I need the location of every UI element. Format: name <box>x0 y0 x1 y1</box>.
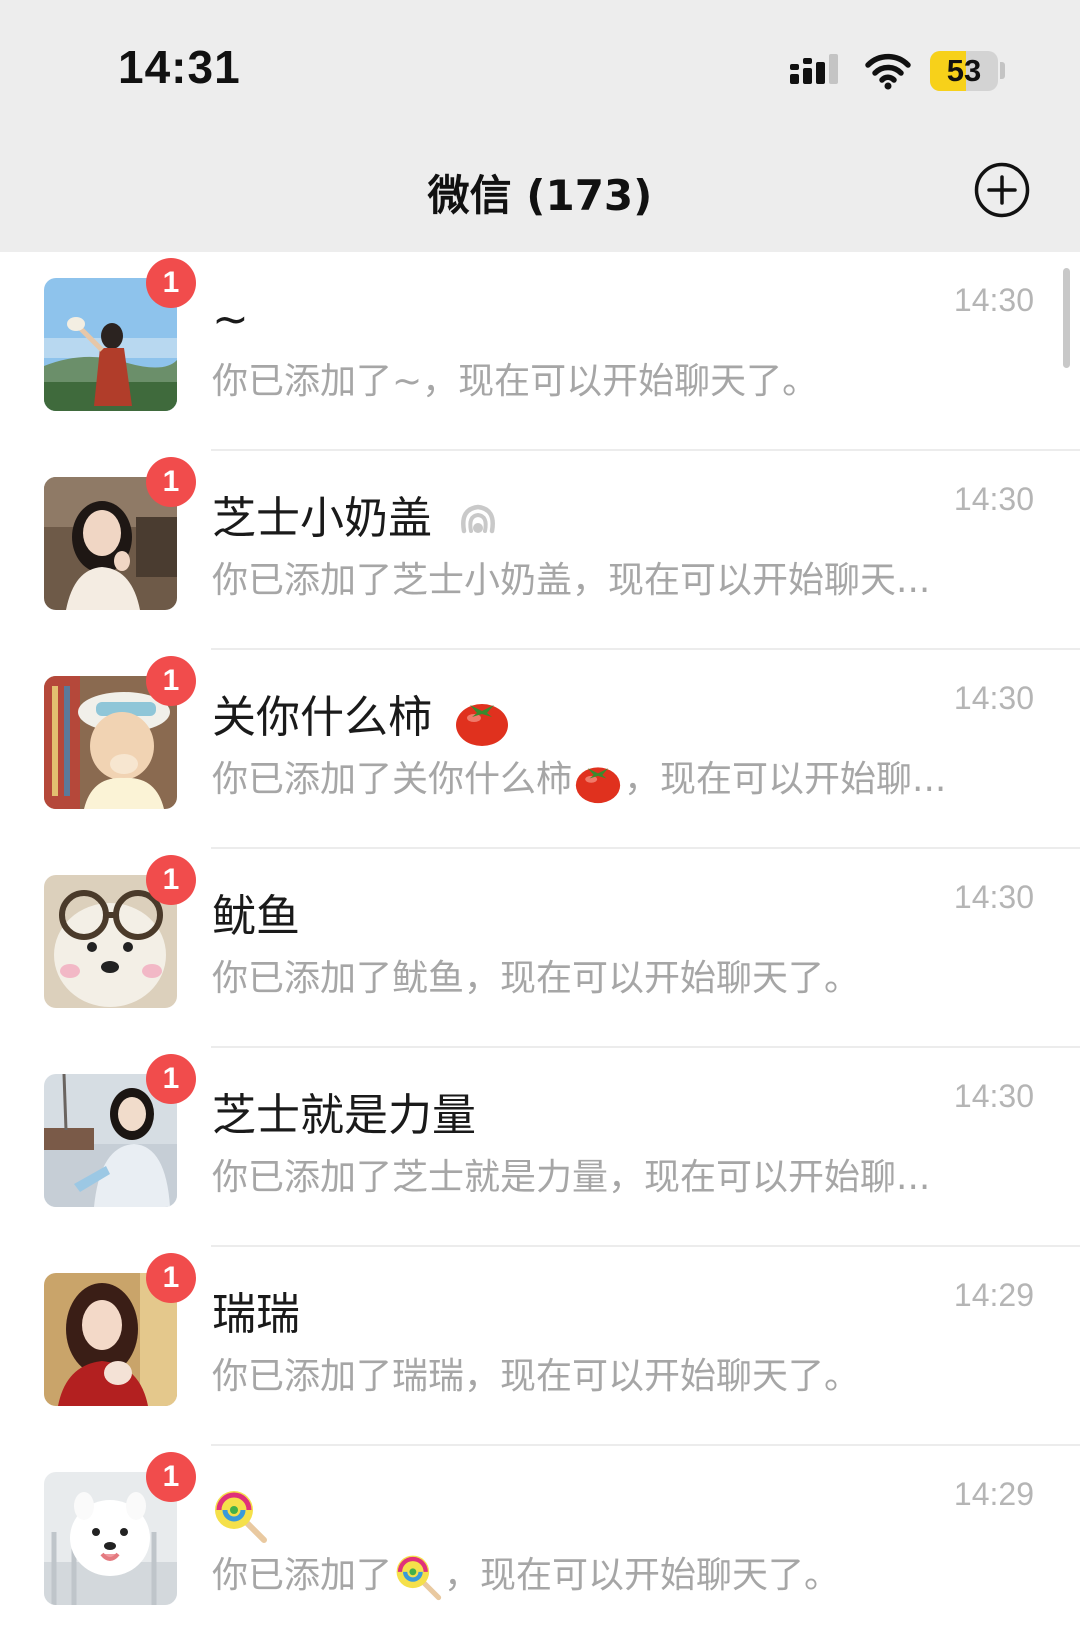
tomato-emoji <box>575 767 621 804</box>
chat-time: 14:30 <box>953 1078 1034 1114</box>
scrollbar[interactable] <box>1063 268 1070 368</box>
top-bar: 14:31 53 微信 (173) <box>0 0 1080 252</box>
unread-badge: 1 <box>146 855 196 905</box>
chat-time: 14:30 <box>953 282 1034 318</box>
unread-badge: 1 <box>146 258 196 308</box>
chat-preview: 你已添加了 ，现在可以开始聊天了。 <box>212 1550 840 1602</box>
wifi-icon <box>865 53 911 90</box>
lollipop-emoji <box>396 1555 442 1601</box>
ear-icon <box>461 504 495 534</box>
unread-badge: 1 <box>146 1452 196 1502</box>
chat-name: 鱿鱼 <box>212 891 300 942</box>
chat-row[interactable]: 1 芝士小奶盖 14:30 你已添加了芝士小奶盖，现在可以开始聊天... <box>0 451 1080 650</box>
chat-name-text: 关你什么柿 <box>212 692 432 743</box>
status-time: 14:31 <box>118 41 241 93</box>
preview-text-before: 你已添加了 <box>212 1555 393 1596</box>
chat-preview: 你已添加了芝士小奶盖，现在可以开始聊天... <box>212 560 931 601</box>
chat-name: 瑞瑞 <box>212 1289 300 1340</box>
chat-preview: 你已添加了~，现在可以开始聊天了。 <box>212 361 819 402</box>
battery-indicator: 53 <box>930 51 998 91</box>
chat-row[interactable]: 1 关你什么柿 14:30 你已添加了关你什么柿 ，现在可以开始聊... <box>0 650 1080 849</box>
lollipop-emoji <box>215 1491 267 1543</box>
unread-badge: 1 <box>146 656 196 706</box>
battery-cap <box>1000 62 1005 79</box>
preview-text-after: ，现在可以开始聊天了。 <box>444 1555 841 1596</box>
chat-row[interactable]: 1 ~ 14:30 你已添加了~，现在可以开始聊天了。 <box>0 252 1080 451</box>
chat-name: 芝士小奶盖 <box>212 489 502 549</box>
unread-badge: 1 <box>146 1054 196 1104</box>
unread-badge: 1 <box>146 457 196 507</box>
chat-name: 芝士就是力量 <box>212 1090 476 1141</box>
chat-list: 1 ~ 14:30 你已添加了~，现在可以开始聊天了。 1 芝士小奶盖 14:3… <box>0 252 1080 1629</box>
chat-time: 14:29 <box>953 1277 1034 1313</box>
chat-row[interactable]: 1 鱿鱼 14:30 你已添加了鱿鱼，现在可以开始聊天了。 <box>0 849 1080 1048</box>
chat-time: 14:30 <box>953 680 1034 716</box>
chat-time: 14:30 <box>953 481 1034 517</box>
chat-preview: 你已添加了瑞瑞，现在可以开始聊天了。 <box>212 1356 861 1397</box>
chat-row[interactable]: 1 瑞瑞 14:29 你已添加了瑞瑞，现在可以开始聊天了。 <box>0 1247 1080 1446</box>
chat-name <box>212 1484 268 1544</box>
page-title: 微信 (173) <box>427 171 653 220</box>
wechat-chat-list-screen: 14:31 53 微信 (173) 1 ~ 14:30 你已添加了~，现在可以开… <box>0 0 1080 1629</box>
chat-preview: 你已添加了关你什么柿 ，现在可以开始聊... <box>212 754 946 806</box>
chat-row[interactable]: 1 14:29 你已添加了 ，现在可以开始聊天了。 <box>0 1446 1080 1629</box>
tomato-emoji <box>456 704 508 746</box>
preview-text-after: ，现在可以开始聊... <box>624 759 947 800</box>
chat-preview: 你已添加了芝士就是力量，现在可以开始聊... <box>212 1157 931 1198</box>
chat-name-text: 芝士小奶盖 <box>212 493 432 544</box>
chat-preview: 你已添加了鱿鱼，现在可以开始聊天了。 <box>212 958 861 999</box>
unread-badge: 1 <box>146 1253 196 1303</box>
chat-time: 14:30 <box>953 879 1034 915</box>
cellular-signal-icon <box>790 54 838 84</box>
chat-name: ~ <box>212 294 249 345</box>
preview-text-before: 你已添加了关你什么柿 <box>212 759 573 800</box>
chat-row[interactable]: 1 芝士就是力量 14:30 你已添加了芝士就是力量，现在可以开始聊... <box>0 1048 1080 1247</box>
plus-circle-icon[interactable] <box>973 161 1031 219</box>
chat-name: 关你什么柿 <box>212 688 510 748</box>
chat-time: 14:29 <box>953 1476 1034 1512</box>
battery-level: 53 <box>946 53 982 88</box>
